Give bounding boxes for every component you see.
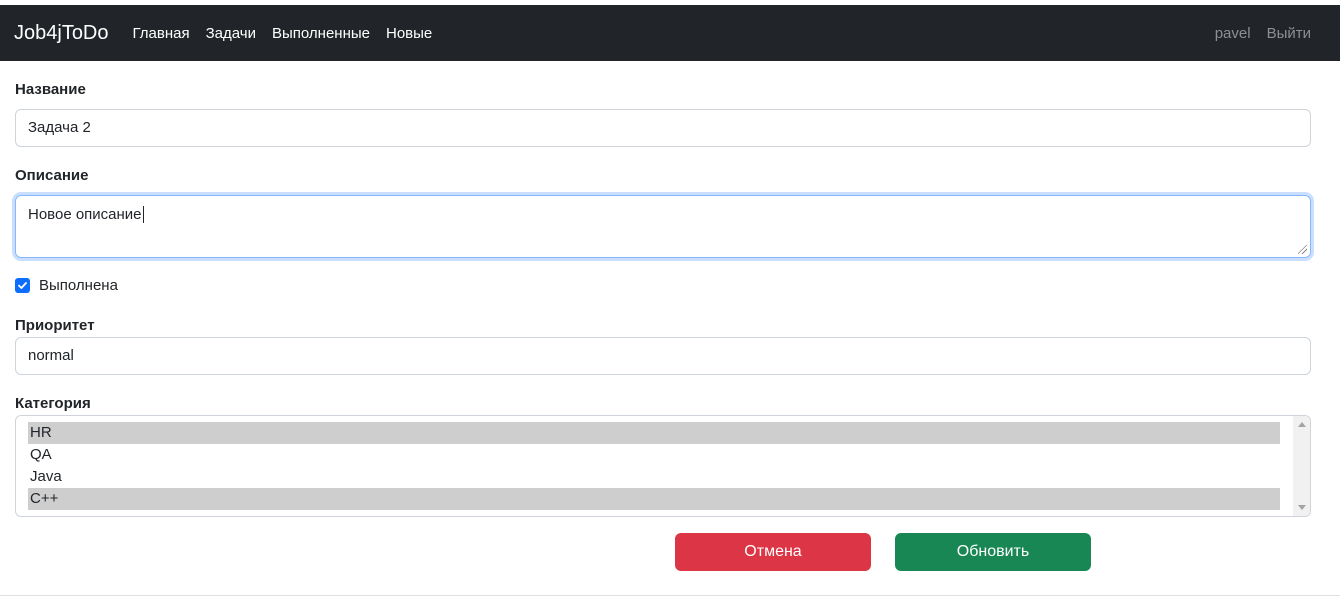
- nav-links: Главная Задачи Выполненные Новые: [133, 25, 433, 42]
- description-textarea[interactable]: Новое описание: [15, 195, 1311, 258]
- bottom-divider: [0, 595, 1340, 596]
- nav-link-new[interactable]: Новые: [386, 25, 432, 42]
- category-option-java[interactable]: Java: [28, 466, 1280, 488]
- nav-link-tasks[interactable]: Задачи: [206, 25, 256, 42]
- name-input[interactable]: Задача 2: [15, 109, 1311, 147]
- brand-link[interactable]: Job4jToDo: [14, 22, 109, 45]
- navbar: Job4jToDo Главная Задачи Выполненные Нов…: [0, 5, 1340, 61]
- done-checkbox[interactable]: [15, 278, 30, 293]
- listbox-scrollbar[interactable]: [1293, 416, 1310, 516]
- nav-link-home[interactable]: Главная: [133, 25, 190, 42]
- category-option-hr[interactable]: HR: [28, 422, 1280, 444]
- category-listbox[interactable]: HR QA Java C++: [15, 415, 1311, 517]
- resize-grip-icon[interactable]: [1298, 245, 1307, 254]
- priority-select[interactable]: normal: [15, 337, 1311, 375]
- description-text: Новое описание: [28, 206, 142, 223]
- nav-link-completed[interactable]: Выполненные: [272, 25, 370, 42]
- done-checkbox-label: Выполнена: [39, 277, 118, 294]
- done-checkbox-row: Выполнена: [15, 277, 118, 294]
- cancel-button[interactable]: Отмена: [675, 533, 871, 571]
- nav-user-name[interactable]: pavel: [1215, 25, 1251, 42]
- category-option-cpp[interactable]: C++: [28, 488, 1280, 510]
- text-caret: [142, 206, 144, 223]
- priority-label: Приоритет: [15, 317, 95, 334]
- nav-user-area: pavel Выйти: [1215, 25, 1326, 42]
- scroll-up-icon[interactable]: [1298, 422, 1306, 427]
- category-option-qa[interactable]: QA: [28, 444, 1280, 466]
- update-button[interactable]: Обновить: [895, 533, 1091, 571]
- description-label: Описание: [15, 167, 89, 184]
- nav-logout-link[interactable]: Выйти: [1267, 25, 1311, 42]
- name-label: Название: [15, 81, 86, 98]
- category-label: Категория: [15, 395, 91, 412]
- check-icon: [18, 282, 27, 289]
- scroll-down-icon[interactable]: [1298, 505, 1306, 510]
